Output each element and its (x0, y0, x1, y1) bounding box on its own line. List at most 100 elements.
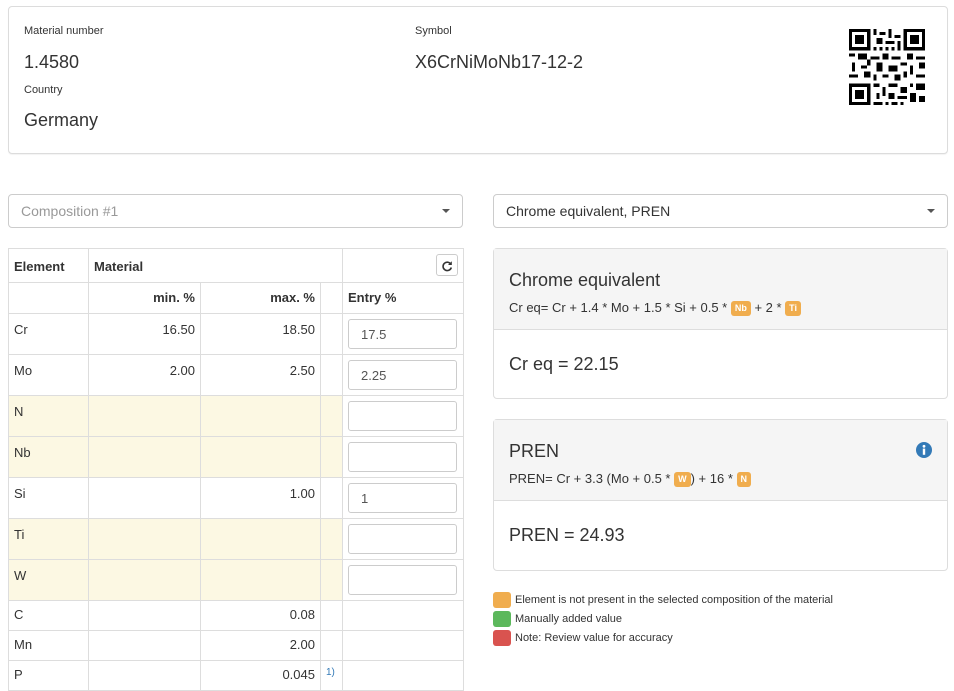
formula-text: PREN= Cr + 3.3 (Mo + 0.5 * (509, 471, 675, 486)
element-cell: Si (8, 477, 89, 519)
element-badge-ti: Ti (785, 301, 802, 316)
element-badge-w: W (674, 472, 691, 487)
min-cell (88, 395, 201, 437)
col-note-header (320, 282, 343, 314)
table-row: Mn 2.00 (8, 630, 464, 661)
refresh-button[interactable] (436, 254, 458, 276)
min-cell: 2.00 (88, 354, 201, 396)
element-cell: Ti (8, 518, 89, 560)
note-cell (320, 354, 343, 396)
table-row: Mo 2.00 2.50 (8, 354, 464, 396)
symbol-label: Symbol (415, 25, 452, 37)
pren-heading: PREN PREN= Cr + 3.3 (Mo + 0.5 * W) + 16 … (494, 420, 947, 501)
legend-text: Element is not present in the selected c… (515, 593, 833, 606)
entry-cell (342, 518, 464, 560)
max-cell: 2.00 (200, 630, 321, 661)
max-cell (200, 518, 321, 560)
max-cell (200, 559, 321, 601)
chrome-equivalent-panel: Chrome equivalent Cr eq= Cr + 1.4 * Mo +… (493, 248, 948, 399)
table-row: Nb (8, 436, 464, 478)
composition-select[interactable]: Composition #1 (8, 194, 463, 228)
table-header-row: Element Material (8, 248, 464, 283)
note-cell (320, 436, 343, 478)
min-cell (88, 559, 201, 601)
min-cell (88, 600, 201, 631)
entry-cell (342, 559, 464, 601)
entry-cell (342, 395, 464, 437)
element-cell: Mo (8, 354, 89, 396)
note-cell: 1) (320, 660, 343, 691)
chevron-down-icon (927, 209, 935, 213)
max-cell (200, 395, 321, 437)
note-cell (320, 477, 343, 519)
element-cell: W (8, 559, 89, 601)
calculation-select[interactable]: Chrome equivalent, PREN (493, 194, 948, 228)
material-number-value: 1.4580 (24, 52, 80, 72)
formula-text: ) + 16 * (690, 471, 737, 486)
entry-input-n[interactable] (348, 401, 457, 431)
col-element-sub (8, 282, 89, 314)
max-cell: 0.045 (200, 660, 321, 691)
col-max-header: max. % (200, 282, 321, 314)
note-cell (320, 559, 343, 601)
element-badge-n: N (736, 472, 751, 487)
table-subheader-row: min. % max. % Entry % (8, 282, 464, 314)
note-cell (320, 518, 343, 560)
min-cell (88, 436, 201, 478)
entry-input-mo[interactable] (348, 360, 457, 390)
entry-input-nb[interactable] (348, 442, 457, 472)
calculation-select-value: Chrome equivalent, PREN (506, 203, 671, 219)
table-row: Ti (8, 518, 464, 560)
table-row: Cr 16.50 18.50 (8, 313, 464, 355)
element-cell: Mn (8, 630, 89, 661)
country-label: Country (24, 84, 63, 96)
qr-code-icon[interactable] (849, 29, 925, 105)
min-cell (88, 660, 201, 691)
min-cell (88, 477, 201, 519)
max-cell (200, 436, 321, 478)
legend-item-manual: Manually added value (493, 611, 622, 627)
pren-panel: PREN PREN= Cr + 3.3 (Mo + 0.5 * W) + 16 … (493, 419, 948, 571)
info-icon[interactable] (916, 442, 932, 458)
entry-cell (342, 630, 464, 661)
formula-text: + 2 * (750, 300, 786, 315)
legend-text: Note: Review value for accuracy (515, 631, 673, 644)
col-material-header: Material (88, 248, 343, 283)
entry-input-w[interactable] (348, 565, 457, 595)
element-badge-nb: Nb (730, 301, 751, 316)
refresh-cell (342, 248, 464, 283)
col-element-header: Element (8, 248, 89, 283)
legend-item-missing: Element is not present in the selected c… (493, 592, 833, 608)
chevron-down-icon (442, 209, 450, 213)
material-header-panel: Material number 1.4580 Country Germany S… (8, 6, 948, 154)
max-cell: 18.50 (200, 313, 321, 355)
pren-result: PREN = 24.93 (509, 525, 625, 545)
note-cell (320, 600, 343, 631)
chrome-equivalent-title: Chrome equivalent (509, 270, 661, 290)
country-value: Germany (24, 110, 99, 130)
table-row: N (8, 395, 464, 437)
note-cell (320, 313, 343, 355)
chrome-equivalent-heading: Chrome equivalent Cr eq= Cr + 1.4 * Mo +… (494, 249, 947, 330)
entry-input-cr[interactable] (348, 319, 457, 349)
table-row: Si 1.00 (8, 477, 464, 519)
material-number-label: Material number (24, 25, 104, 37)
table-row: C 0.08 (8, 600, 464, 631)
legend-swatch (493, 611, 511, 627)
pren-title: PREN (509, 441, 560, 461)
max-cell: 2.50 (200, 354, 321, 396)
composition-select-label: Composition #1 (21, 203, 119, 219)
table-row: W (8, 559, 464, 601)
pren-formula: PREN= Cr + 3.3 (Mo + 0.5 * W) + 16 * N (509, 471, 932, 487)
legend-swatch (493, 592, 511, 608)
chrome-equivalent-formula: Cr eq= Cr + 1.4 * Mo + 1.5 * Si + 0.5 * … (509, 300, 932, 316)
entry-input-ti[interactable] (348, 524, 457, 554)
entry-cell (342, 354, 464, 396)
entry-cell (342, 436, 464, 478)
min-cell: 16.50 (88, 313, 201, 355)
legend-text: Manually added value (515, 612, 623, 625)
entry-cell (342, 660, 464, 691)
max-cell: 0.08 (200, 600, 321, 631)
min-cell (88, 518, 201, 560)
entry-input-si[interactable] (348, 483, 457, 513)
